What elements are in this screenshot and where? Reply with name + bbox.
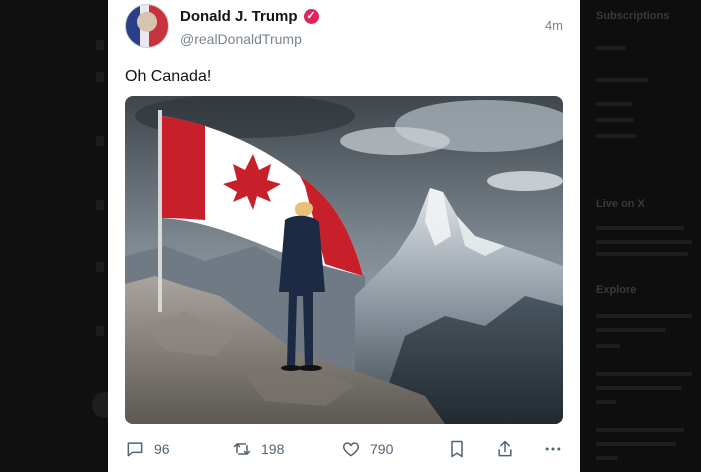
share-button[interactable]	[495, 439, 515, 459]
sidebar-line	[596, 102, 632, 106]
more-icon	[545, 447, 561, 451]
avatar[interactable]	[125, 4, 169, 48]
like-button[interactable]: 790	[341, 439, 393, 459]
post-text: Oh Canada!	[125, 68, 212, 85]
sidebar-heading: Explore	[596, 284, 637, 296]
sidebar-line	[596, 328, 666, 332]
share-icon	[498, 440, 512, 457]
sidebar-line	[596, 252, 688, 256]
sidebar-line	[596, 118, 634, 122]
author-handle[interactable]: @realDonaldTrump	[180, 31, 302, 47]
more-options-button[interactable]	[543, 439, 563, 459]
sidebar-line	[596, 78, 648, 82]
post-image[interactable]	[125, 96, 563, 424]
sidebar-line	[596, 240, 692, 244]
sidebar-heading: Live on X	[596, 198, 645, 210]
sidebar-line	[596, 428, 684, 432]
reply-button[interactable]: 96	[125, 439, 170, 459]
sidebar-line	[596, 344, 620, 348]
sidebar-line	[596, 134, 636, 138]
repost-count: 198	[261, 441, 285, 457]
nav-icon	[96, 200, 104, 210]
post-timestamp[interactable]: 4m	[545, 18, 563, 33]
sidebar-line	[596, 372, 692, 376]
sidebar-line	[596, 314, 692, 318]
sidebar-line	[596, 226, 684, 230]
reply-count: 96	[154, 441, 170, 457]
bookmark-icon	[451, 440, 463, 458]
post-card: Donald J. Trump ✓ @realDonaldTrump 4m Oh…	[108, 0, 580, 472]
nav-icon	[96, 136, 104, 146]
reply-icon	[127, 442, 143, 457]
sidebar-line	[596, 46, 626, 50]
sidebar-line	[596, 456, 618, 460]
nav-icon	[96, 326, 104, 336]
author-row: Donald J. Trump ✓	[180, 8, 319, 25]
repost-button[interactable]: 198	[232, 439, 284, 459]
heart-icon	[342, 442, 360, 457]
display-name[interactable]: Donald J. Trump	[180, 8, 298, 25]
nav-icon	[96, 72, 104, 82]
sidebar-heading: Subscriptions	[596, 10, 670, 22]
repost-icon	[233, 442, 251, 456]
nav-icon	[96, 262, 104, 272]
sidebar-line	[596, 442, 676, 446]
post-actions: 96 198 790	[125, 439, 563, 463]
like-count: 790	[370, 441, 394, 457]
sidebar-line	[596, 400, 616, 404]
sidebar-line	[596, 386, 682, 390]
bookmark-button[interactable]	[447, 439, 467, 459]
verified-badge-icon: ✓	[303, 9, 319, 24]
nav-icon	[96, 40, 104, 50]
post-image-art	[125, 96, 563, 424]
